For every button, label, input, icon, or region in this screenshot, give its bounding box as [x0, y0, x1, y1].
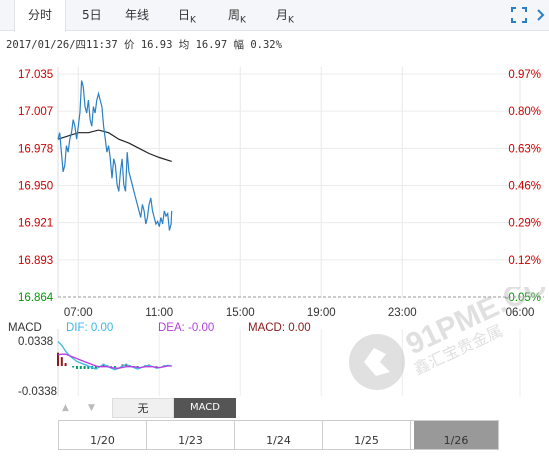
tab-yearline[interactable]: 年线 [125, 0, 149, 31]
tab-daily-k[interactable]: 日K [178, 0, 196, 31]
x-tick-label: 15:00 [226, 307, 255, 319]
tab-monthly-sub: K [288, 15, 294, 26]
intraday-chart: 07:00 11:00 15:00 19:00 23:00 06:00 17.035 0.97… [18, 67, 544, 398]
pct-tick-label: 0.29% [508, 218, 541, 230]
tab-5day-label: 5日 [82, 8, 102, 22]
price-value: 16.93 [140, 39, 173, 51]
indicator-none-button[interactable]: 无 [112, 398, 174, 418]
date-navigator: 1/20 1/23 1/24 1/25 1/26 [58, 420, 499, 450]
avg-value: 16.97 [195, 39, 228, 51]
y-tick-label: 16.921 [18, 218, 53, 230]
tab-daily-label: 日 [178, 8, 191, 22]
fullscreen-icon[interactable] [511, 7, 527, 23]
tab-weekly-label: 周 [228, 8, 241, 22]
y-tick-label: 17.035 [18, 69, 53, 81]
date-cell[interactable]: 1/25 [323, 421, 411, 449]
y-tick-label: 16.950 [18, 181, 53, 193]
tab-monthly-k[interactable]: 月K [276, 0, 294, 31]
x-tick-label: 23:00 [388, 307, 417, 319]
x-tick-label: 07:00 [64, 307, 93, 319]
y-tick-label: 16.978 [18, 143, 53, 155]
date-cell[interactable]: 1/23 [147, 421, 235, 449]
macd-dea-label: DEA: -0.00 [158, 322, 215, 334]
macd-dif-line [57, 341, 172, 371]
quote-info-line: 2017/01/26/四11:37 价 16.93 均 16.97 幅 0.32… [6, 37, 282, 52]
date-cell[interactable]: 1/24 [235, 421, 323, 449]
price-label: 价 [123, 39, 135, 51]
avg-label: 均 [178, 39, 190, 51]
y-tick-label: 17.007 [18, 106, 53, 118]
quote-datetime: 2017/01/26/四11:37 [6, 39, 118, 51]
pct-tick-label: 0.97% [508, 69, 541, 81]
tab-5day[interactable]: 5日 [82, 0, 102, 31]
pct-tick-label: 0.63% [508, 143, 541, 155]
pct-tick-label: 0.12% [508, 255, 541, 267]
pct-tick-label: 0.80% [508, 106, 541, 118]
date-cell-selected[interactable]: 1/26 [414, 421, 498, 449]
pct-tick-label: 0.46% [508, 181, 541, 193]
tab-intraday-label: 分时 [27, 8, 52, 22]
range-value: 0.32% [250, 39, 282, 51]
y-tick-label: 16.864 [18, 292, 54, 304]
tab-daily-sub: K [190, 15, 196, 26]
macd-title: MACD [8, 322, 42, 334]
macd-dif-label: DIF: 0.00 [66, 322, 114, 334]
tab-monthly-label: 月 [276, 8, 289, 22]
indicator-macd-button[interactable]: MACD [174, 398, 236, 418]
indicator-prev-button[interactable]: ▲ [62, 403, 69, 413]
tab-weekly-k[interactable]: 周K [228, 0, 246, 31]
avg-price-line [57, 129, 172, 162]
tab-intraday[interactable]: 分时 [14, 0, 66, 32]
range-label: 幅 [233, 39, 245, 51]
tab-yearline-label: 年线 [125, 8, 150, 22]
date-cell[interactable]: 1/20 [59, 421, 147, 449]
x-tick-label: 11:00 [145, 307, 173, 319]
x-tick-label: 19:00 [307, 307, 336, 319]
y-tick-label: 16.893 [18, 255, 53, 267]
pct-tick-label: -0.05% [505, 292, 541, 304]
period-tab-bar: 分时 5日 年线 日K 周K 月K [0, 0, 549, 32]
tab-weekly-sub: K [240, 15, 246, 26]
macd-y-tick: -0.0338 [18, 386, 57, 398]
x-tick-label: 06:00 [506, 307, 535, 319]
indicator-next-button[interactable]: ▼ [88, 403, 95, 413]
chevron-right-icon[interactable] [533, 8, 547, 22]
macd-y-tick: 0.0338 [18, 336, 53, 348]
macd-value-label: MACD: 0.00 [248, 322, 311, 334]
